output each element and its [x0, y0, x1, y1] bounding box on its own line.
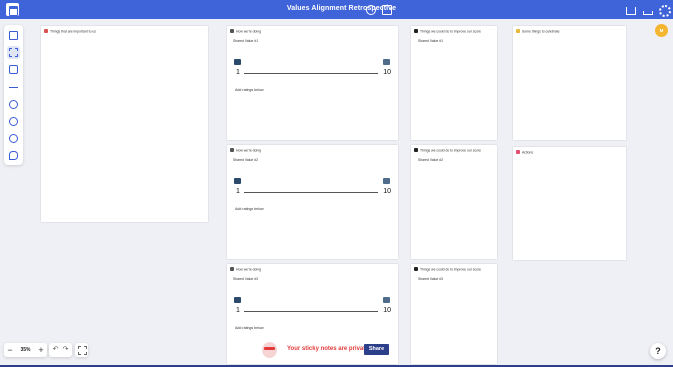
add-ratings-label: Add ratings below — [235, 88, 264, 92]
arrow-icon[interactable] — [7, 81, 20, 94]
comment-icon[interactable] — [7, 98, 20, 111]
private-text: Your sticky notes are private — [287, 346, 369, 352]
low-rating-icon — [234, 59, 241, 65]
share-icon[interactable] — [625, 4, 636, 15]
scale-min: 1 — [236, 188, 240, 195]
card-header: Things we could do to improve our score — [414, 267, 481, 272]
low-rating-icon — [234, 178, 241, 184]
tool-sidebar — [4, 25, 23, 165]
panel-icon[interactable] — [7, 29, 20, 42]
card-subtitle: Shared Value #2 — [418, 158, 444, 162]
avatar[interactable]: M — [655, 24, 668, 37]
wrench-icon — [414, 29, 418, 33]
card-header: Things that are important to us — [44, 29, 96, 34]
emoji-icon[interactable] — [7, 115, 20, 128]
add-ratings-label: Add ratings below — [235, 207, 264, 211]
fit-screen-icon[interactable] — [75, 343, 88, 357]
rating-scale: 1 10 Add ratings below — [227, 26, 398, 140]
card-subtitle: Shared Value #3 — [418, 277, 444, 281]
scale-max: 10 — [383, 307, 391, 314]
board-title: Values Alignment Retrospective — [286, 5, 397, 12]
party-icon — [516, 29, 520, 33]
scale-max: 10 — [383, 188, 391, 195]
card-how-doing-2[interactable]: How we're doing Shared Value #2 1 10 Add… — [227, 145, 398, 259]
zoom-control: − 35% + — [4, 343, 47, 357]
timer-tool-icon[interactable] — [7, 132, 20, 145]
wrench-icon — [414, 267, 418, 271]
card-improve-3[interactable]: Things we could do to improve our score … — [411, 264, 497, 364]
scale-max: 10 — [383, 69, 391, 76]
low-rating-icon — [234, 297, 241, 303]
timer-icon[interactable] — [365, 4, 376, 15]
pen-icon[interactable] — [7, 149, 20, 162]
high-rating-icon — [383, 59, 390, 65]
card-important[interactable]: Things that are important to us — [41, 26, 208, 222]
help-button[interactable]: ? — [650, 343, 666, 359]
card-header: Actions — [516, 150, 533, 155]
mascot-icon — [262, 342, 277, 358]
card-improve-1[interactable]: Things we could do to improve our score … — [411, 26, 497, 140]
card-header: Some things to celebrate — [516, 29, 560, 34]
gear-icon[interactable] — [658, 4, 671, 17]
scale-min: 1 — [236, 69, 240, 76]
scale-line — [244, 73, 378, 74]
wrench-icon — [414, 148, 418, 152]
undo-icon[interactable]: ↶ — [51, 345, 60, 355]
download-icon[interactable] — [642, 4, 653, 15]
card-header: Things we could do to improve our score — [414, 29, 481, 34]
sticky-icon[interactable] — [7, 63, 20, 76]
share-button[interactable]: Share — [364, 344, 389, 355]
zoom-level: 35% — [20, 347, 31, 353]
scale-min: 1 — [236, 307, 240, 314]
high-rating-icon — [383, 297, 390, 303]
scale-line — [244, 311, 378, 312]
private-notice: Your sticky notes are private Share — [258, 341, 394, 361]
card-improve-2[interactable]: Things we could do to improve our score … — [411, 145, 497, 259]
rating-scale: 1 10 Add ratings below — [227, 145, 398, 259]
undo-redo-group: ↶ ↷ — [49, 343, 72, 357]
add-ratings-label: Add ratings below — [235, 326, 264, 330]
card-celebrate[interactable]: Some things to celebrate — [513, 26, 626, 140]
high-rating-icon — [383, 178, 390, 184]
zoom-in-button[interactable]: + — [36, 343, 46, 357]
zoom-out-button[interactable]: − — [5, 343, 15, 357]
card-actions[interactable]: Actions — [513, 147, 626, 260]
heart-icon — [44, 29, 48, 33]
select-icon[interactable] — [7, 46, 20, 59]
card-header: Things we could do to improve our score — [414, 148, 481, 153]
redo-icon[interactable]: ↷ — [61, 345, 70, 355]
activity-icon[interactable] — [381, 4, 392, 15]
top-bar: Values Alignment Retrospective — [0, 0, 673, 19]
card-subtitle: Shared Value #1 — [418, 39, 444, 43]
card-how-doing-1[interactable]: How we're doing Shared Value #1 1 10 Add… — [227, 26, 398, 140]
target-icon — [516, 150, 520, 154]
scale-line — [244, 192, 378, 193]
